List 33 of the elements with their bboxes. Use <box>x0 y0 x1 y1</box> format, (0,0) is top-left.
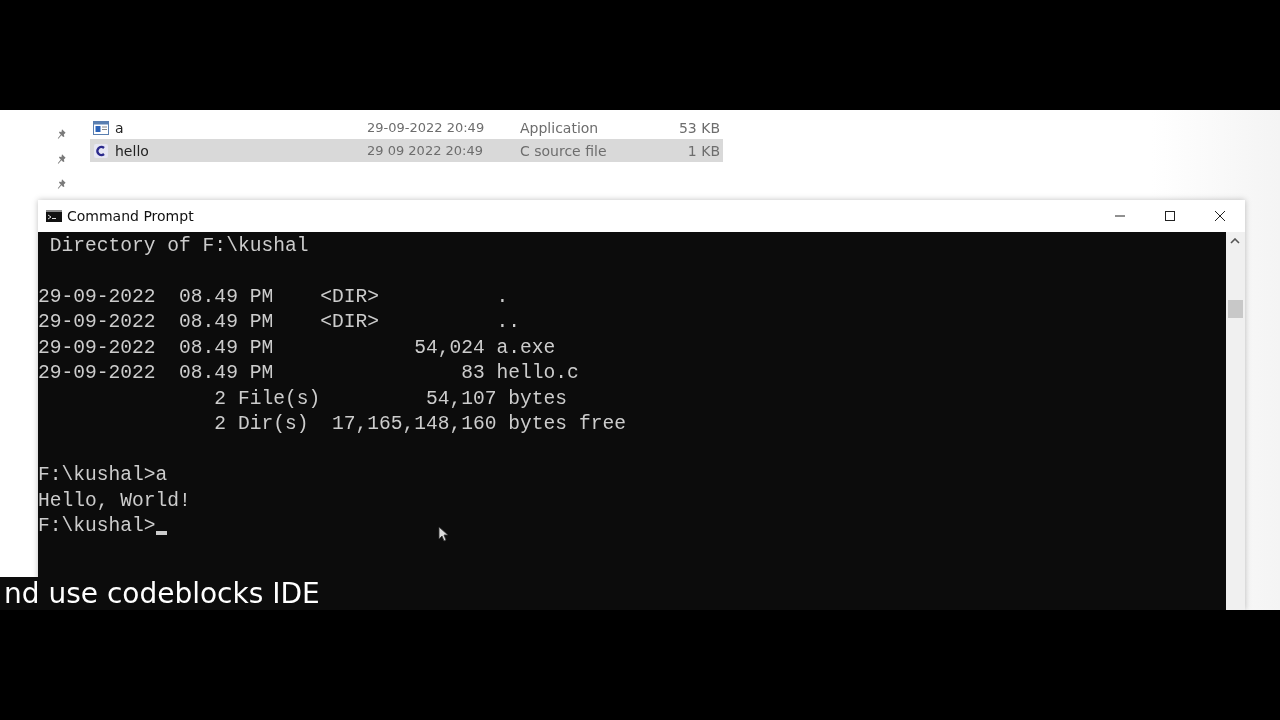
file-date: 29-09-2022 20:49 <box>367 120 486 135</box>
file-size: 53 KB <box>677 119 720 136</box>
c-file-icon <box>93 142 109 159</box>
file-date: 29 09 2022 20:49 <box>367 143 485 158</box>
terminal-line: 2 Dir(s) 17,165,148,160 bytes free <box>213 413 626 436</box>
pin-icon[interactable] <box>56 128 68 140</box>
application-icon <box>93 120 109 135</box>
terminal-line: 2 File(s) 54,107 bytes <box>213 387 568 410</box>
scrollbar[interactable] <box>1226 232 1245 610</box>
terminal-line: 29-09-2022 08.49 PM 54,024 a.exe <box>38 336 556 359</box>
file-row[interactable]: hello 29 09 2022 20:49 C source file 1 KB <box>90 139 723 162</box>
terminal-line: Hello, World! <box>38 489 191 512</box>
scroll-up-icon[interactable] <box>1230 238 1240 244</box>
pin-icon[interactable] <box>56 178 68 190</box>
file-name: a <box>115 119 125 136</box>
terminal-line: F:\kushal>a <box>38 464 168 487</box>
window-title: Command Prompt <box>67 208 194 224</box>
file-type: C source file <box>520 142 608 159</box>
terminal-line: 29-09-2022 08.49 PM <DIR> .. <box>38 311 521 334</box>
file-type: Application <box>520 119 600 136</box>
console-icon <box>46 210 62 222</box>
scroll-thumb[interactable] <box>1228 300 1243 318</box>
file-size: 1 KB <box>686 142 720 159</box>
mouse-pointer-icon <box>438 526 448 542</box>
file-name: hello <box>115 142 150 159</box>
terminal-line: F:\kushal> <box>38 515 156 538</box>
terminal-line: 29-09-2022 08.49 PM <DIR> . <box>38 285 509 308</box>
close-icon <box>1214 210 1226 222</box>
terminal-line: 29-09-2022 08.49 PM 83 hello.c <box>38 362 579 385</box>
file-row[interactable]: a 29-09-2022 20:49 Application 53 KB <box>90 116 723 139</box>
pin-icon[interactable] <box>56 153 68 165</box>
terminal-line: Directory of F:\kushal <box>48 234 309 257</box>
maximize-icon <box>1164 210 1176 222</box>
